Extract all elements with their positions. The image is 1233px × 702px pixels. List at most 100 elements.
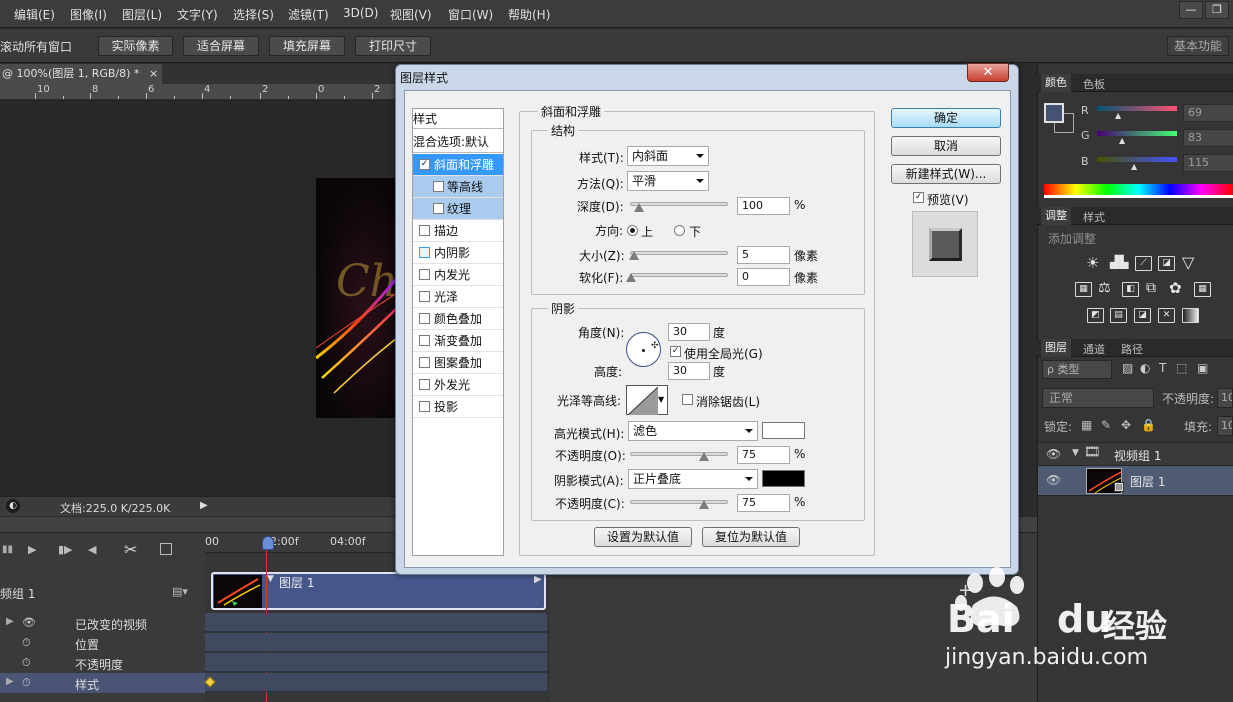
hue-saturation-icon[interactable]: ▦ — [1075, 282, 1092, 297]
slider-thumb-icon[interactable]: ▲ — [1115, 111, 1121, 120]
size-input[interactable]: 5 — [737, 246, 790, 264]
close-tab-icon[interactable]: × — [149, 67, 158, 80]
highlight-mode-select[interactable]: 滤色 — [628, 421, 758, 441]
style-item-drop-shadow[interactable]: 投影 — [413, 396, 503, 418]
highlight-color-swatch[interactable] — [762, 422, 805, 439]
antialias-checkbox[interactable] — [682, 394, 693, 405]
filter-pixel-icon[interactable]: ▨ — [1122, 361, 1133, 375]
black-white-icon[interactable]: ◧ — [1122, 282, 1139, 297]
transition-icon[interactable] — [160, 543, 172, 555]
scissors-icon[interactable]: ✂ — [124, 540, 137, 559]
checkbox[interactable] — [419, 335, 430, 346]
film-icon[interactable]: ▤▾ — [172, 585, 188, 598]
preview-label[interactable]: 预览(V) — [927, 191, 969, 208]
artwork-canvas[interactable]: Ch — [316, 178, 397, 418]
menu-filter[interactable]: 滤镜(T) — [288, 6, 329, 23]
track-style[interactable] — [205, 673, 547, 692]
layer-filter-select[interactable]: ρ 类型 — [1042, 360, 1112, 379]
tab-color[interactable]: 颜色 — [1041, 74, 1071, 92]
highlight-opacity-input[interactable]: 75 — [737, 446, 790, 464]
checkbox[interactable] — [419, 225, 430, 236]
menu-3d[interactable]: 3D(D) — [343, 6, 378, 20]
direction-down-label[interactable]: 下 — [689, 223, 701, 240]
blend-options-item[interactable]: 混合选项:默认 — [413, 133, 489, 150]
antialias-label[interactable]: 消除锯齿(L) — [696, 393, 760, 410]
posterize-icon[interactable]: ▤ — [1110, 308, 1127, 323]
size-slider[interactable] — [630, 251, 728, 255]
playhead-handle[interactable] — [262, 536, 274, 550]
lock-all-icon[interactable]: 🔒 — [1141, 418, 1156, 432]
altitude-input[interactable]: 30 — [668, 362, 710, 380]
lock-transparent-icon[interactable]: ▦ — [1081, 418, 1092, 432]
shadow-mode-select[interactable]: 正片叠底 — [628, 469, 758, 489]
eye-icon[interactable]: 👁 — [22, 616, 36, 629]
cancel-button[interactable]: 取消 — [891, 136, 1001, 156]
eye-icon[interactable]: 👁 — [1046, 473, 1061, 487]
eye-icon[interactable]: 👁 — [1046, 447, 1061, 461]
ok-button[interactable]: 确定 — [891, 108, 1001, 128]
clip-end-icon[interactable]: ▶ — [534, 574, 542, 585]
style-item-contour[interactable]: 等高线 — [413, 176, 503, 198]
style-item-outer-glow[interactable]: 外发光 — [413, 374, 503, 396]
checkbox[interactable] — [419, 269, 430, 280]
checkbox[interactable] — [419, 401, 430, 412]
channel-mixer-icon[interactable]: ✿ — [1169, 279, 1182, 297]
bevel-style-select[interactable]: 内斜面 — [627, 146, 709, 166]
tab-channels[interactable]: 通道 — [1083, 341, 1105, 357]
close-icon[interactable]: ✕ — [967, 63, 1009, 82]
filter-smart-icon[interactable]: ▣ — [1197, 361, 1208, 375]
stopwatch-icon[interactable]: ⏱ — [22, 676, 31, 690]
checkbox[interactable] — [433, 203, 444, 214]
menu-view[interactable]: 视图(V) — [390, 6, 432, 23]
track-opacity[interactable] — [205, 653, 547, 672]
scroll-all-windows-label[interactable]: 滚动所有窗口 — [0, 38, 72, 55]
levels-icon[interactable]: ▟▙ — [1110, 255, 1128, 269]
print-size-button[interactable]: 打印尺寸 — [355, 36, 431, 56]
slider-thumb-icon[interactable] — [629, 251, 639, 260]
play-icon[interactable]: ▶ — [28, 543, 36, 556]
audio-icon[interactable]: ◀ — [88, 543, 96, 556]
track-changed-video[interactable] — [205, 613, 547, 632]
expand-arrow-icon[interactable]: ▶ — [6, 616, 14, 627]
technique-select[interactable]: 平滑 — [627, 171, 709, 191]
soften-slider[interactable] — [630, 273, 728, 277]
layer-row-layer[interactable]: 👁 ▤ 图层 1 — [1038, 466, 1233, 496]
invert-icon[interactable]: ◩ — [1087, 308, 1104, 323]
clip-expand-icon[interactable]: ▼ — [267, 574, 274, 584]
checkbox[interactable] — [419, 379, 430, 390]
depth-slider[interactable] — [630, 202, 728, 206]
depth-input[interactable]: 100 — [737, 197, 790, 215]
slider-thumb-icon[interactable] — [626, 273, 636, 282]
channel-g-value[interactable]: 83 — [1183, 129, 1233, 147]
color-spectrum[interactable] — [1044, 184, 1233, 198]
blend-mode-select[interactable]: 正常 — [1042, 388, 1154, 408]
direction-up-label[interactable]: 上 — [641, 223, 653, 240]
layer-name[interactable]: 图层 1 — [1130, 473, 1165, 490]
filter-type-icon[interactable]: T — [1159, 361, 1166, 375]
shadow-opacity-input[interactable]: 75 — [737, 494, 790, 512]
layer-name[interactable]: 视频组 1 — [1114, 447, 1161, 464]
menu-select[interactable]: 选择(S) — [233, 6, 274, 23]
gloss-contour-picker[interactable]: ▼ — [626, 385, 668, 415]
checkbox[interactable] — [419, 357, 430, 368]
timeline-group-row[interactable]: 频组 1 ▤▾ — [0, 583, 205, 603]
curves-icon[interactable]: ⟋ — [1135, 256, 1152, 271]
slider-thumb-icon[interactable]: ▲ — [1131, 162, 1137, 171]
tab-paths[interactable]: 路径 — [1121, 341, 1143, 357]
opacity-value[interactable]: 10 — [1217, 388, 1233, 408]
menu-layer[interactable]: 图层(L) — [122, 6, 162, 23]
threshold-icon[interactable]: ◪ — [1134, 308, 1151, 323]
foreground-color-swatch[interactable] — [1044, 103, 1064, 123]
style-item-stroke[interactable]: 描边 — [413, 220, 503, 242]
slider-thumb-icon[interactable]: ▲ — [1119, 136, 1125, 145]
prev-frame-icon[interactable]: ▮▮ — [2, 544, 13, 555]
status-menu-icon[interactable]: ▶ — [200, 500, 208, 511]
style-item-bevel-emboss[interactable]: ✓ 斜面和浮雕 — [413, 154, 503, 176]
menu-edit[interactable]: 编辑(E) — [14, 6, 55, 23]
angle-input[interactable]: 30 — [668, 323, 710, 341]
next-frame-icon[interactable]: ▮▶ — [58, 543, 73, 556]
menu-help[interactable]: 帮助(H) — [508, 6, 550, 23]
tab-styles[interactable]: 样式 — [1083, 209, 1105, 225]
style-item-pattern-overlay[interactable]: 图案叠加 — [413, 352, 503, 374]
checkbox[interactable] — [419, 291, 430, 302]
